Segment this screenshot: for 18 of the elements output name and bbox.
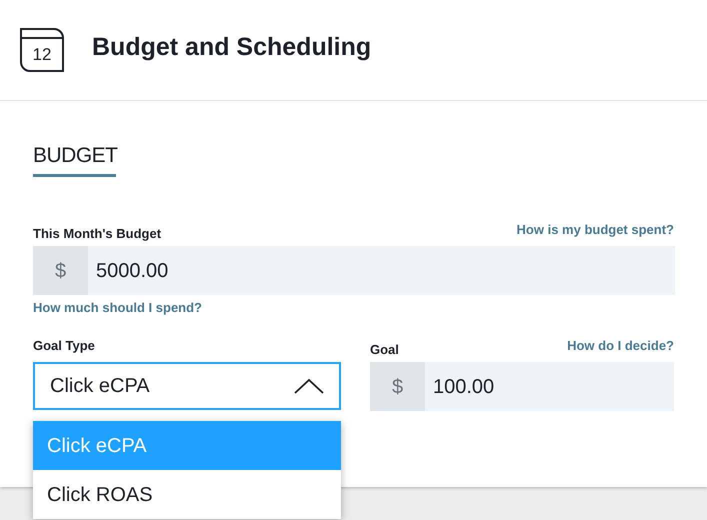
goal-type-select[interactable]: Click eCPA [33, 362, 341, 410]
help-link[interactable]: How is my budget spent? [516, 222, 674, 238]
field-value: 5000.00 [96, 258, 168, 284]
help-link[interactable]: How do I decide? [567, 338, 674, 354]
chevron-up-icon [294, 378, 324, 394]
calendar-icon: 12 [20, 28, 64, 72]
field-label: This Month's Budget [33, 226, 162, 242]
field-value: 100.00 [433, 374, 494, 400]
goal-field[interactable]: $ 100.00 [370, 362, 674, 411]
page-title: Budget and Scheduling [92, 32, 372, 64]
field-label: Goal [370, 342, 399, 358]
help-link[interactable]: How much should I spend? [33, 300, 674, 316]
section-title: BUDGET [33, 143, 118, 169]
currency-prefix: $ [370, 362, 425, 411]
field-label: Goal Type [33, 338, 96, 354]
currency-prefix: $ [33, 246, 88, 295]
dropdown-option[interactable]: Click ROAS [33, 470, 341, 519]
budget-field[interactable]: $ 5000.00 [33, 246, 675, 295]
